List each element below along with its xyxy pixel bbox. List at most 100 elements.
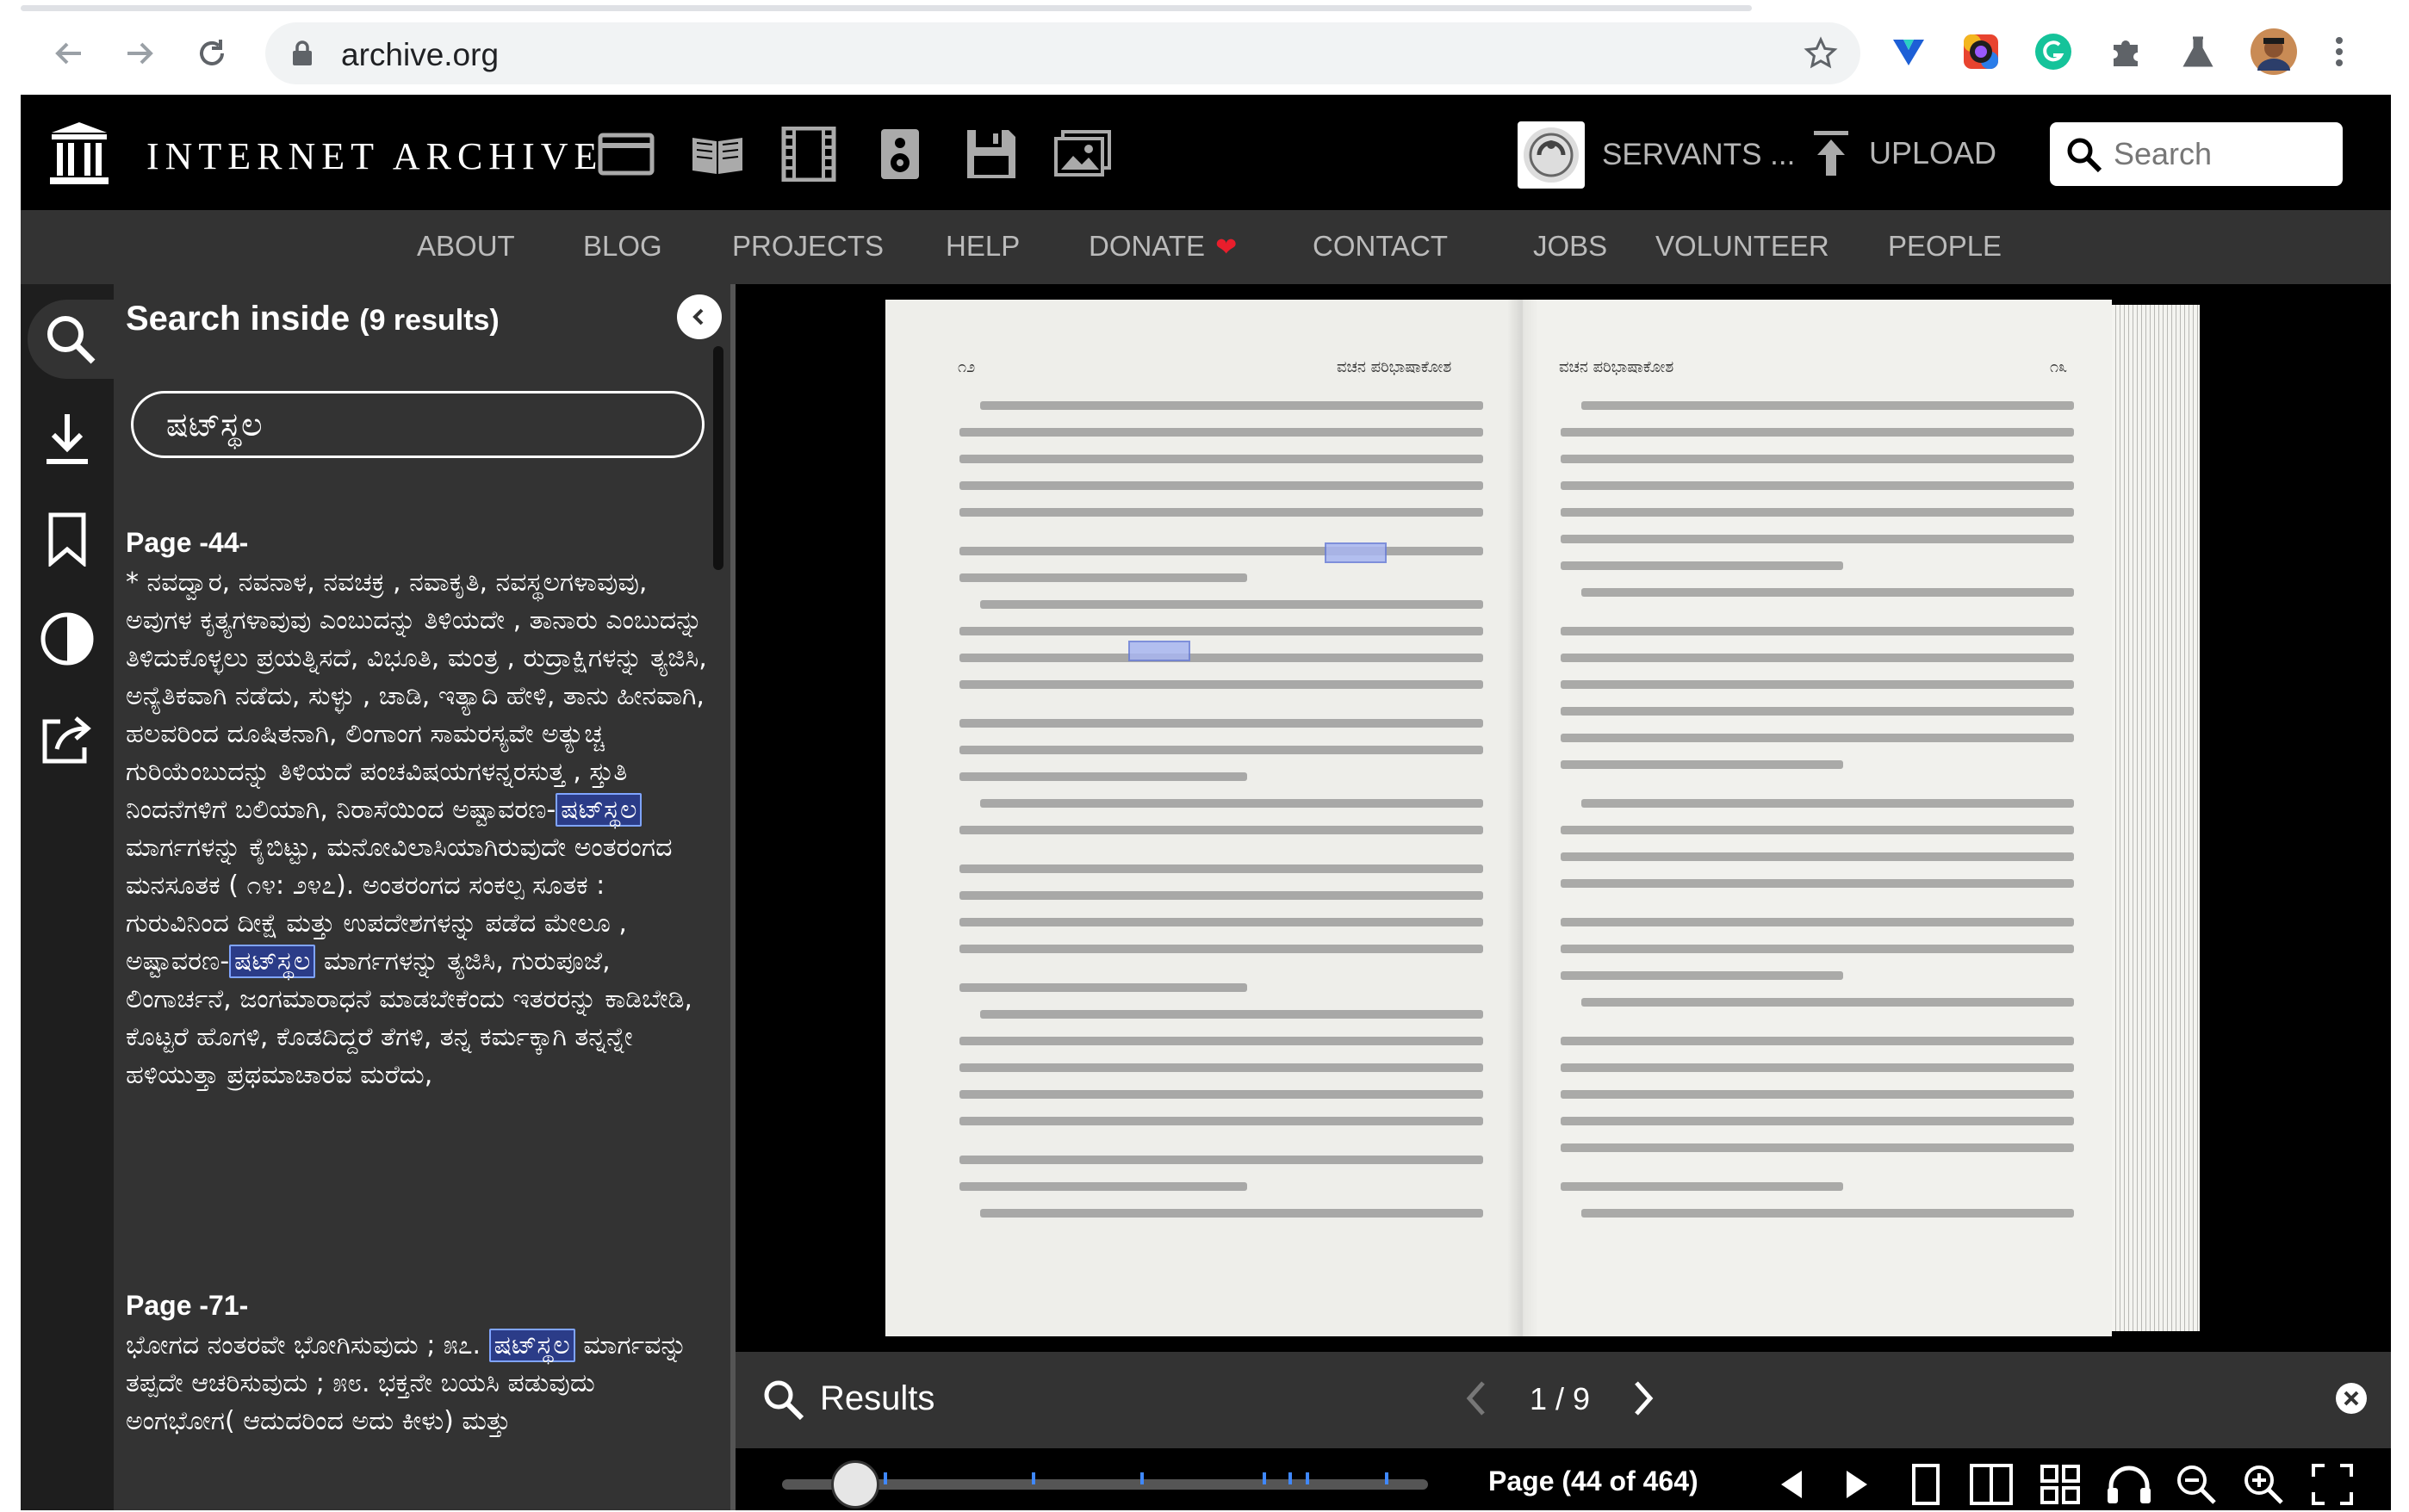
scanned-text-line bbox=[1561, 1182, 1843, 1191]
scanned-text-line bbox=[959, 455, 1483, 463]
audio-speaker-icon[interactable] bbox=[868, 124, 932, 184]
nav-help[interactable]: HELP bbox=[946, 230, 1020, 263]
one-page-view-icon[interactable] bbox=[1898, 1457, 1953, 1512]
lock-icon bbox=[291, 40, 314, 67]
reader-controls: Page (44 of 464) bbox=[736, 1448, 2391, 1510]
scanned-text-line bbox=[1561, 971, 1843, 980]
user-menu[interactable]: SERVANTS ... bbox=[1518, 121, 1795, 189]
contrast-icon[interactable] bbox=[28, 599, 107, 679]
previous-result-button[interactable] bbox=[1459, 1376, 1493, 1421]
scanned-text-line bbox=[1561, 879, 2074, 888]
page-forward-icon[interactable] bbox=[1829, 1457, 1884, 1512]
result-marker[interactable] bbox=[1140, 1472, 1144, 1484]
nav-blog[interactable]: BLOG bbox=[583, 230, 662, 263]
extension-vpn-icon[interactable] bbox=[1886, 29, 1931, 74]
scanned-text-line bbox=[1561, 760, 1843, 769]
page-back-icon[interactable] bbox=[1764, 1457, 1819, 1512]
left-page[interactable]: ೧೨ ವಚನ ಪರಿಭಾಷಾಕೋಶ bbox=[885, 300, 1523, 1336]
scanned-text-line bbox=[959, 918, 1483, 926]
read-aloud-icon[interactable] bbox=[2102, 1457, 2157, 1512]
scanned-text-line bbox=[1561, 535, 2074, 543]
close-results-icon[interactable] bbox=[2334, 1381, 2369, 1416]
right-page[interactable]: ವಚನ ಪರಿಭಾಷಾಕೋಶ ೧೩ bbox=[1523, 300, 2112, 1336]
collapse-panel-button[interactable] bbox=[677, 294, 722, 339]
extension-screen-recorder-icon[interactable] bbox=[1959, 29, 2003, 74]
bookmark-icon[interactable] bbox=[28, 499, 107, 579]
back-arrow-icon[interactable] bbox=[45, 29, 93, 77]
texts-book-icon[interactable] bbox=[686, 124, 749, 184]
result-marker[interactable] bbox=[1288, 1472, 1292, 1484]
panel-scrollbar[interactable] bbox=[713, 346, 723, 570]
scanned-text-line bbox=[980, 600, 1483, 609]
nav-contact[interactable]: CONTACT bbox=[1313, 230, 1448, 263]
nav-jobs[interactable]: JOBS bbox=[1533, 230, 1607, 263]
nav-about[interactable]: ABOUT bbox=[417, 230, 515, 263]
result-marker[interactable] bbox=[1306, 1472, 1309, 1484]
search-result[interactable]: Page -44- * ನವದ್ವಾರ, ನವನಾಳ, ನವಚಕ್ರ , ನವಾ… bbox=[126, 527, 711, 1094]
two-page-view-icon[interactable] bbox=[1964, 1457, 2019, 1512]
extensions-puzzle-icon[interactable] bbox=[2103, 29, 2148, 74]
ia-wordmark[interactable]: INTERNET ARCHIVE bbox=[146, 134, 603, 178]
share-icon[interactable] bbox=[28, 699, 107, 778]
upload-button[interactable]: UPLOAD bbox=[1812, 129, 1996, 177]
scanned-text-line bbox=[959, 547, 1483, 555]
scanned-text-line bbox=[1561, 918, 2074, 926]
fullscreen-icon[interactable] bbox=[2305, 1457, 2360, 1512]
results-bar: Results 1 / 9 bbox=[736, 1352, 2391, 1448]
result-snippet: ಭೋಗದ ನಂತರವೇ ಭೋಗಿಸುವುದು ; ೫೭. ಷಟ್‌ಸ್ಥಲ ಮಾ… bbox=[126, 1327, 711, 1441]
thumbnail-view-icon[interactable] bbox=[2033, 1457, 2088, 1512]
zoom-in-icon[interactable] bbox=[2236, 1457, 2291, 1512]
profile-avatar[interactable] bbox=[2248, 26, 2300, 77]
nav-donate-label: DONATE bbox=[1089, 230, 1206, 262]
nav-donate[interactable]: DONATE ❤ bbox=[1089, 230, 1237, 263]
page-match-highlight[interactable] bbox=[1325, 542, 1387, 563]
result-marker[interactable] bbox=[1032, 1472, 1035, 1484]
forward-arrow-icon[interactable] bbox=[115, 29, 164, 77]
address-bar[interactable]: archive.org bbox=[265, 22, 1860, 84]
result-marker[interactable] bbox=[1385, 1472, 1388, 1484]
scanned-text-line bbox=[1561, 1143, 2074, 1152]
video-film-icon[interactable] bbox=[777, 124, 841, 184]
scanned-text-line bbox=[1561, 627, 2074, 635]
match-highlight: ಷಟ್‌ಸ್ಥಲ bbox=[488, 1329, 575, 1362]
scanned-text-line bbox=[959, 1156, 1483, 1164]
next-result-button[interactable] bbox=[1626, 1376, 1661, 1421]
nav-projects[interactable]: PROJECTS bbox=[732, 230, 884, 263]
labs-flask-icon[interactable] bbox=[2176, 29, 2220, 74]
scanned-text-line bbox=[959, 772, 1248, 781]
ia-logo-icon[interactable] bbox=[47, 119, 112, 188]
user-name: SERVANTS ... bbox=[1602, 138, 1796, 171]
menu-kebab-icon[interactable] bbox=[2317, 29, 2362, 74]
right-running-head: ವಚನ ಪರಿಭಾಷಾಕೋಶ bbox=[1559, 358, 1674, 376]
scanned-text-line bbox=[1561, 945, 2074, 953]
scanned-text-line bbox=[1561, 428, 2074, 437]
scanned-text-line bbox=[1561, 826, 2074, 834]
result-marker[interactable] bbox=[884, 1472, 887, 1484]
search-inside-input[interactable]: ಷಟ್‌ಸ್ಥಲ bbox=[131, 391, 705, 458]
scanned-text-line bbox=[959, 1063, 1483, 1072]
extension-grammarly-icon[interactable] bbox=[2031, 29, 2076, 74]
bookmark-star-icon[interactable] bbox=[1804, 36, 1838, 71]
scanned-text-line bbox=[1561, 1063, 2074, 1072]
reload-icon[interactable] bbox=[188, 29, 236, 77]
ia-search-input[interactable]: Search bbox=[2050, 122, 2343, 186]
zoom-out-icon[interactable] bbox=[2169, 1457, 2224, 1512]
page-slider-thumb[interactable] bbox=[830, 1460, 879, 1509]
search-icon[interactable] bbox=[28, 300, 114, 379]
page-match-highlight[interactable] bbox=[1128, 641, 1190, 661]
download-icon[interactable] bbox=[28, 400, 107, 479]
user-avatar bbox=[1518, 121, 1585, 189]
result-marker[interactable] bbox=[1263, 1472, 1266, 1484]
web-icon[interactable] bbox=[594, 124, 658, 184]
software-floppy-icon[interactable] bbox=[959, 124, 1023, 184]
scanned-text-line bbox=[1561, 508, 2074, 517]
scanned-text-line bbox=[959, 983, 1248, 992]
left-page-number: ೧೨ bbox=[958, 358, 976, 376]
page-slider-track[interactable] bbox=[782, 1472, 1428, 1490]
search-result[interactable]: Page -71- ಭೋಗದ ನಂತರವೇ ಭೋಗಿಸುವುದು ; ೫೭. ಷ… bbox=[126, 1290, 711, 1441]
nav-volunteer[interactable]: VOLUNTEER bbox=[1655, 230, 1829, 263]
book-spread[interactable]: ೧೨ ವಚನ ಪರಿಭಾಷಾಕೋಶ ವಚನ ಪರಿಭಾಷಾಕೋಶ ೧೩ bbox=[885, 300, 2200, 1336]
nav-people[interactable]: PEOPLE bbox=[1888, 230, 2002, 263]
right-page-number: ೧೩ bbox=[2050, 358, 2068, 376]
images-icon[interactable] bbox=[1051, 124, 1114, 184]
